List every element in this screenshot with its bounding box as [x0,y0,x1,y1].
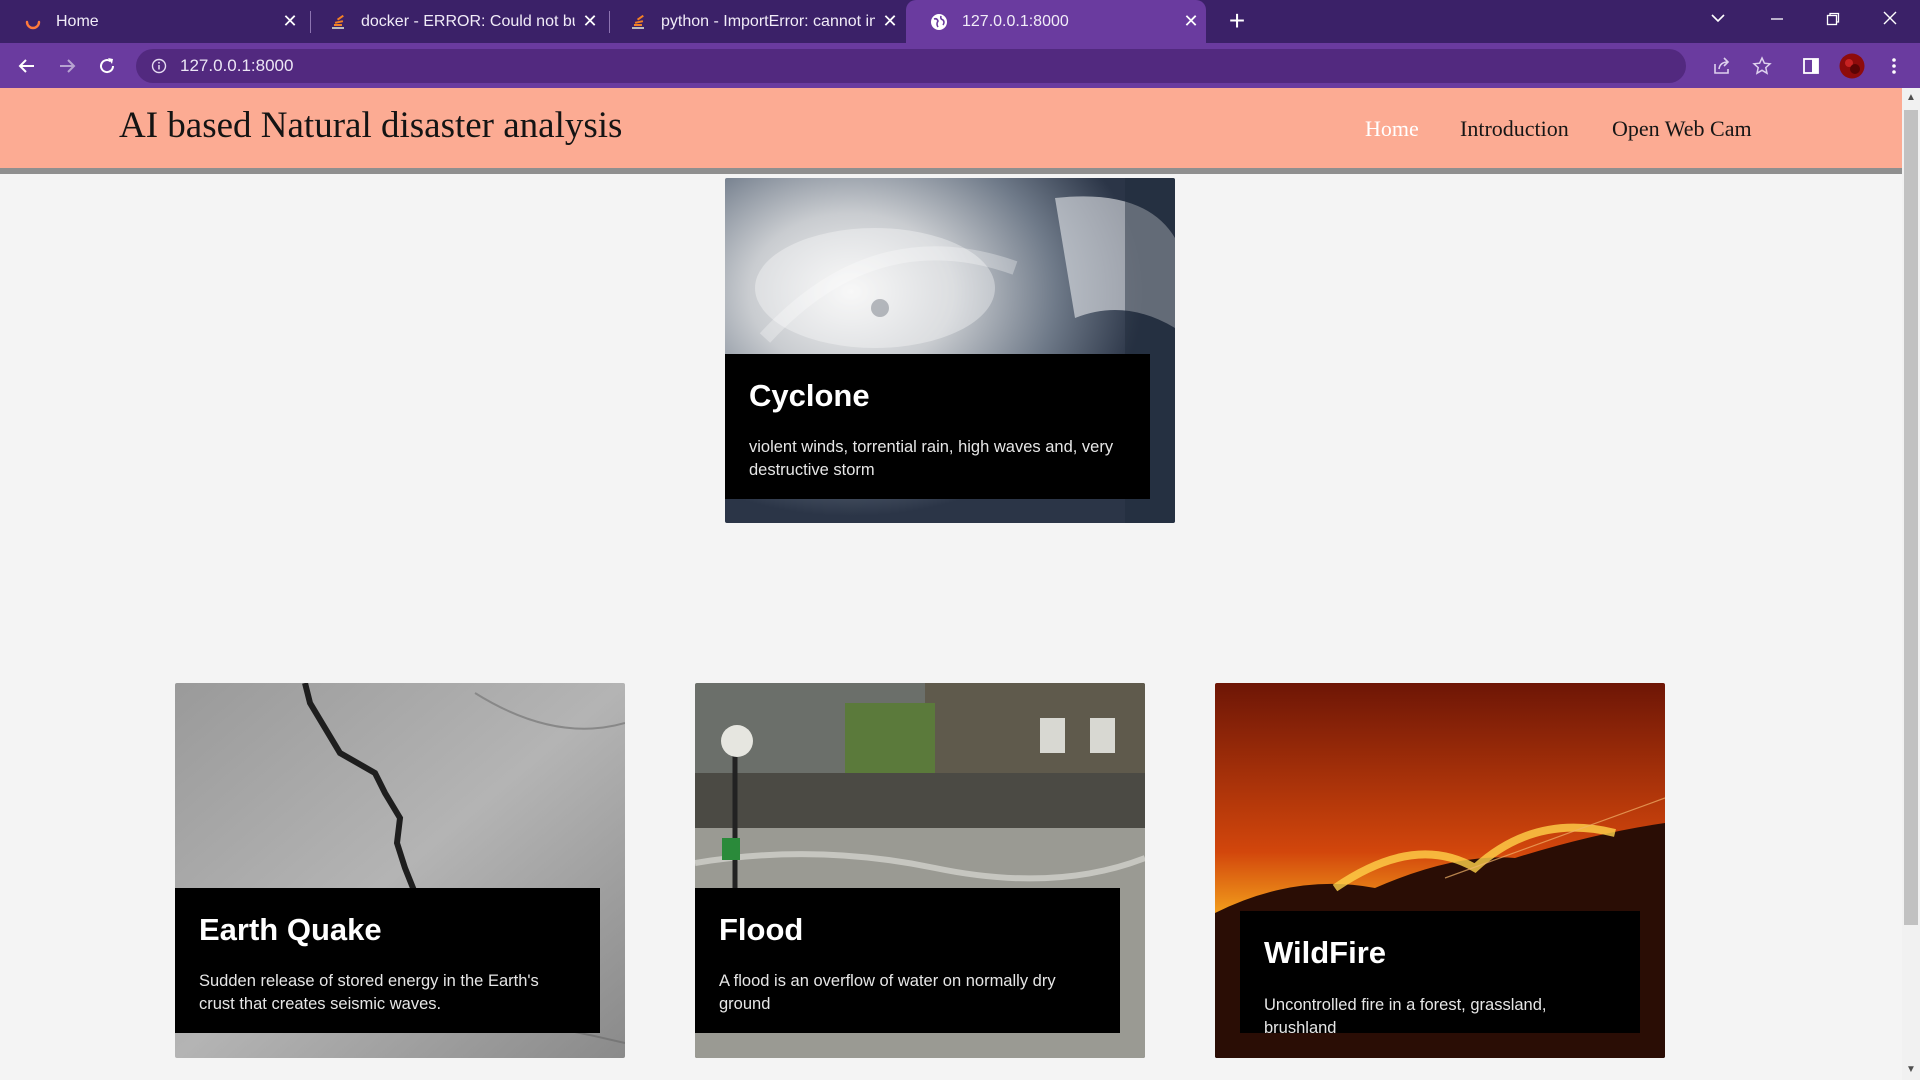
close-icon[interactable]: ✕ [275,11,305,32]
nav-home-link[interactable]: Home [1365,116,1419,142]
menu-button[interactable] [1878,50,1910,82]
page-viewport: AI based Natural disaster analysis Home … [0,88,1902,1080]
site-title: AI based Natural disaster analysis [119,105,623,146]
browser-toolbar: 127.0.0.1:8000 [0,43,1920,88]
avatar [1839,53,1865,79]
close-icon[interactable]: ✕ [1176,11,1206,32]
loading-spinner-icon [24,13,42,31]
forward-button[interactable] [51,50,83,82]
close-icon [1883,11,1897,25]
tab-title: docker - ERROR: Could not build [361,12,575,30]
tab-search-button[interactable] [1690,0,1746,43]
card-title: WildFire [1264,935,1387,970]
card-flood[interactable]: Flood A flood is an overflow of water on… [695,683,1145,1058]
card-caption: Cyclone violent winds, torrential rain, … [725,354,1150,499]
card-description: violent winds, torrential rain, high wav… [749,438,1114,479]
card-caption: Earth Quake Sudden release of stored ene… [175,888,600,1033]
stack-overflow-icon [629,13,647,31]
card-title: Earth Quake [199,912,382,947]
tab-title: 127.0.0.1:8000 [962,12,1069,30]
card-caption: WildFire Uncontrolled fire in a forest, … [1240,911,1640,1037]
nav-introduction-link[interactable]: Introduction [1460,116,1569,142]
minimize-button[interactable] [1749,0,1805,43]
new-tab-button[interactable]: + [1222,6,1252,36]
tab-docker-error[interactable]: docker - ERROR: Could not build ✕ [305,0,605,43]
card-title: Cyclone [749,378,870,413]
chevron-down-icon [1711,14,1725,23]
back-button[interactable] [11,50,43,82]
tab-title: python - ImportError: cannot imp [661,12,875,30]
scroll-down-arrow-icon[interactable]: ▼ [1905,1064,1917,1076]
restore-icon [1826,12,1840,26]
kebab-menu-icon [1892,58,1896,74]
close-window-button[interactable] [1862,0,1918,43]
card-title: Flood [719,912,804,947]
scroll-up-arrow-icon[interactable]: ▲ [1905,92,1917,104]
restore-button[interactable] [1805,0,1861,43]
stack-overflow-icon [329,13,347,31]
arrow-left-icon [18,59,34,73]
share-button[interactable] [1706,50,1738,82]
url-text: 127.0.0.1:8000 [180,56,294,75]
arrow-right-icon [60,59,76,73]
reload-icon [100,58,115,74]
side-panel-button[interactable] [1795,50,1827,82]
star-icon [1752,56,1772,75]
tab-strip: Home ✕ docker - ERROR: Could not build ✕… [0,0,1920,43]
tab-home[interactable]: Home ✕ [0,0,305,43]
bookmark-button[interactable] [1746,50,1778,82]
side-panel-icon [1803,58,1819,74]
reload-button[interactable] [91,50,123,82]
tab-title: Home [56,12,99,30]
card-description: Uncontrolled fire in a forest, grassland… [1264,996,1547,1037]
scrollbar-thumb[interactable] [1904,110,1918,925]
card-description: A flood is an overflow of water on norma… [719,972,1056,1013]
info-icon[interactable] [150,57,168,75]
card-earth-quake[interactable]: Earth Quake Sudden release of stored ene… [175,683,625,1058]
close-icon[interactable]: ✕ [575,11,605,32]
profile-avatar[interactable] [1836,50,1868,82]
card-caption: Flood A flood is an overflow of water on… [695,888,1120,1033]
globe-icon [930,13,948,31]
tab-python-importerror[interactable]: python - ImportError: cannot imp ✕ [605,0,905,43]
address-bar[interactable]: 127.0.0.1:8000 [136,49,1686,83]
share-icon [1714,57,1730,74]
close-icon[interactable]: ✕ [875,11,905,32]
card-description: Sudden release of stored energy in the E… [199,972,539,1013]
card-cyclone[interactable]: Cyclone violent winds, torrential rain, … [725,178,1175,523]
card-wildfire[interactable]: WildFire Uncontrolled fire in a forest, … [1215,683,1665,1058]
tab-localhost[interactable]: 127.0.0.1:8000 ✕ [906,0,1206,43]
nav-open-web-cam-link[interactable]: Open Web Cam [1612,116,1752,142]
site-header: AI based Natural disaster analysis Home … [0,88,1902,168]
minimize-icon [1771,18,1783,20]
